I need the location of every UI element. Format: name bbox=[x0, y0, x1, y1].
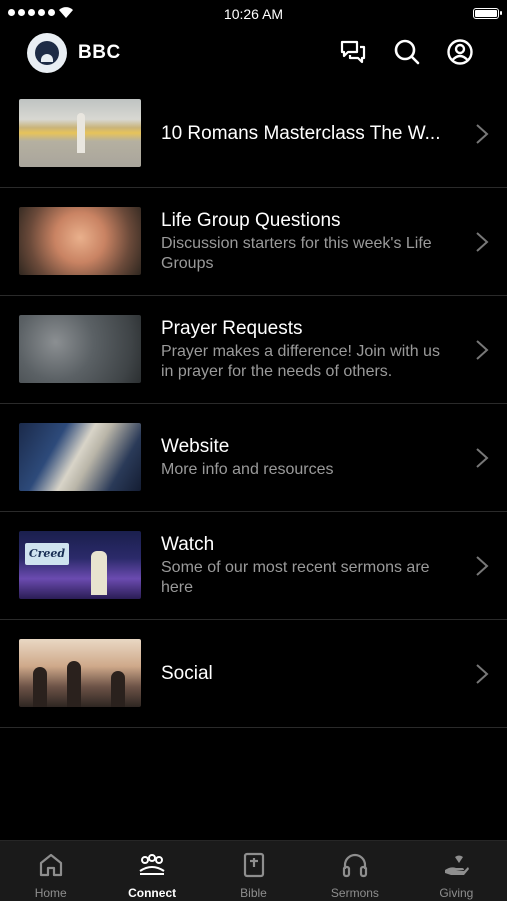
tab-home[interactable]: Home bbox=[0, 841, 101, 901]
sign-graphic: Creed bbox=[25, 543, 69, 565]
battery-icon bbox=[473, 8, 502, 19]
list-item-life-group-questions[interactable]: Life Group Questions Discussion starters… bbox=[0, 188, 507, 296]
item-subtitle: Prayer makes a difference! Join with us … bbox=[161, 343, 440, 380]
status-bar: 10:26 AM bbox=[0, 0, 507, 28]
list-item-romans-masterclass[interactable]: 10 Romans Masterclass The W... bbox=[0, 80, 507, 188]
connect-list: 10 Romans Masterclass The W... Life Grou… bbox=[0, 80, 507, 728]
chevron-right-icon bbox=[476, 447, 489, 468]
list-item-social[interactable]: Social bbox=[0, 620, 507, 728]
item-title: 10 Romans Masterclass The W... bbox=[161, 123, 441, 144]
list-item-website[interactable]: Website More info and resources bbox=[0, 404, 507, 512]
thumbnail-image bbox=[19, 639, 141, 707]
thumbnail-image bbox=[19, 99, 141, 167]
tab-label: Connect bbox=[128, 886, 177, 900]
bible-icon bbox=[240, 851, 268, 879]
chevron-right-icon bbox=[476, 663, 489, 684]
tab-sermons[interactable]: Sermons bbox=[304, 841, 405, 901]
item-subtitle: More info and resources bbox=[161, 461, 334, 478]
list-item-prayer-requests[interactable]: Prayer Requests Prayer makes a differenc… bbox=[0, 296, 507, 404]
chevron-right-icon bbox=[476, 339, 489, 360]
giving-icon bbox=[442, 851, 470, 879]
tab-label: Sermons bbox=[330, 886, 379, 900]
home-icon bbox=[37, 851, 65, 879]
tab-bible[interactable]: Bible bbox=[203, 841, 304, 901]
chat-icon[interactable] bbox=[339, 38, 367, 66]
search-icon[interactable] bbox=[393, 38, 421, 66]
item-subtitle: Some of our most recent sermons are here bbox=[161, 559, 430, 596]
tab-connect[interactable]: Connect bbox=[101, 841, 202, 901]
chevron-right-icon bbox=[476, 231, 489, 252]
item-title: Prayer Requests bbox=[161, 318, 303, 339]
item-title: Website bbox=[161, 436, 230, 457]
thumbnail-image bbox=[19, 423, 141, 491]
tab-label: Home bbox=[34, 886, 67, 900]
item-title: Social bbox=[161, 663, 213, 684]
status-time: 10:26 AM bbox=[223, 6, 284, 22]
thumbnail-image: Creed bbox=[19, 531, 141, 599]
item-title: Life Group Questions bbox=[161, 210, 341, 231]
profile-icon[interactable] bbox=[446, 38, 474, 66]
item-subtitle: Discussion starters for this week's Life… bbox=[161, 235, 432, 272]
item-title: Watch bbox=[161, 534, 215, 555]
tab-bar: Home Connect Bible Sermons Giving bbox=[0, 840, 507, 901]
tab-giving[interactable]: Giving bbox=[406, 841, 507, 901]
headphones-icon bbox=[341, 851, 369, 879]
thumbnail-image bbox=[19, 315, 141, 383]
church-logo[interactable] bbox=[27, 33, 67, 73]
list-item-watch[interactable]: Creed Watch Some of our most recent serm… bbox=[0, 512, 507, 620]
chevron-right-icon bbox=[476, 123, 489, 144]
app-header: BBC bbox=[0, 28, 507, 80]
app-title: BBC bbox=[78, 42, 121, 63]
tab-label: Bible bbox=[240, 886, 267, 900]
chevron-right-icon bbox=[476, 555, 489, 576]
thumbnail-image bbox=[19, 207, 141, 275]
tab-label: Giving bbox=[439, 886, 474, 900]
people-icon bbox=[138, 851, 166, 879]
